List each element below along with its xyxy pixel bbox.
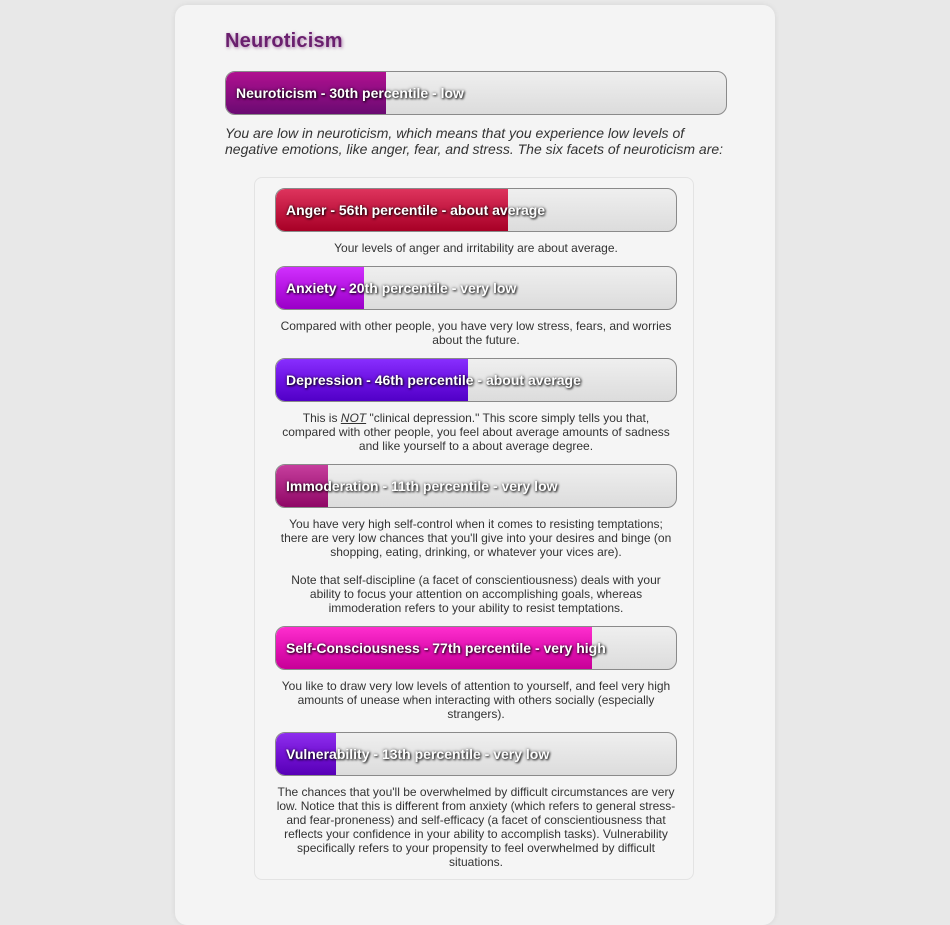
depression-description-text: This is NOT "clinical depression." This … (275, 411, 677, 453)
anxiety-description: Compared with other people, you have ver… (275, 319, 677, 347)
immoderation-score-bar: Immoderation - 11th percentile - very lo… (275, 464, 677, 508)
anger-score-bar: Anger - 56th percentile - about average (275, 188, 677, 232)
neuroticism-score-bar: Neuroticism - 30th percentile - low (225, 71, 727, 115)
neuroticism-intro: You are low in neuroticism, which means … (225, 125, 724, 157)
self-consciousness-score-bar: Self-Consciousness - 77th percentile - v… (275, 626, 677, 670)
immoderation-score-label: Immoderation - 11th percentile - very lo… (286, 478, 558, 494)
anger-score-label: Anger - 56th percentile - about average (286, 202, 546, 218)
depression-score-label: Depression - 46th percentile - about ave… (286, 372, 581, 388)
depression-score-bar: Depression - 46th percentile - about ave… (275, 358, 677, 402)
self-consciousness-description-text: You like to draw very low levels of atte… (281, 679, 671, 721)
vulnerability-description-text: The chances that you'll be overwhelmed b… (276, 785, 676, 869)
immoderation-description-text: You have very high self-control when it … (280, 517, 672, 559)
report-card: Neuroticism Neuroticism - 30th percentil… (175, 5, 775, 925)
immoderation-note-text: Note that self-discipline (a facet of co… (291, 573, 661, 615)
anger-description-text: Your levels of anger and irritability ar… (334, 241, 618, 255)
anger-description: Your levels of anger and irritability ar… (275, 241, 677, 255)
vulnerability-score-label: Vulnerability - 13th percentile - very l… (286, 746, 550, 762)
facets-panel: Anger - 56th percentile - about average … (254, 177, 694, 880)
neuroticism-score-label: Neuroticism - 30th percentile - low (236, 85, 464, 101)
anxiety-score-bar: Anxiety - 20th percentile - very low (275, 266, 677, 310)
depression-description: This is NOT "clinical depression." This … (275, 411, 677, 453)
vulnerability-description: The chances that you'll be overwhelmed b… (275, 785, 677, 869)
immoderation-description: You have very high self-control when it … (275, 517, 677, 615)
depression-desc-emphasis: NOT (340, 411, 367, 425)
self-consciousness-score-label: Self-Consciousness - 77th percentile - v… (286, 640, 606, 656)
anxiety-description-text: Compared with other people, you have ver… (280, 319, 672, 347)
vulnerability-score-bar: Vulnerability - 13th percentile - very l… (275, 732, 677, 776)
self-consciousness-description: You like to draw very low levels of atte… (275, 679, 677, 721)
page-title: Neuroticism (225, 30, 343, 52)
depression-desc-pre: This is (302, 411, 341, 425)
anxiety-score-label: Anxiety - 20th percentile - very low (286, 280, 517, 296)
